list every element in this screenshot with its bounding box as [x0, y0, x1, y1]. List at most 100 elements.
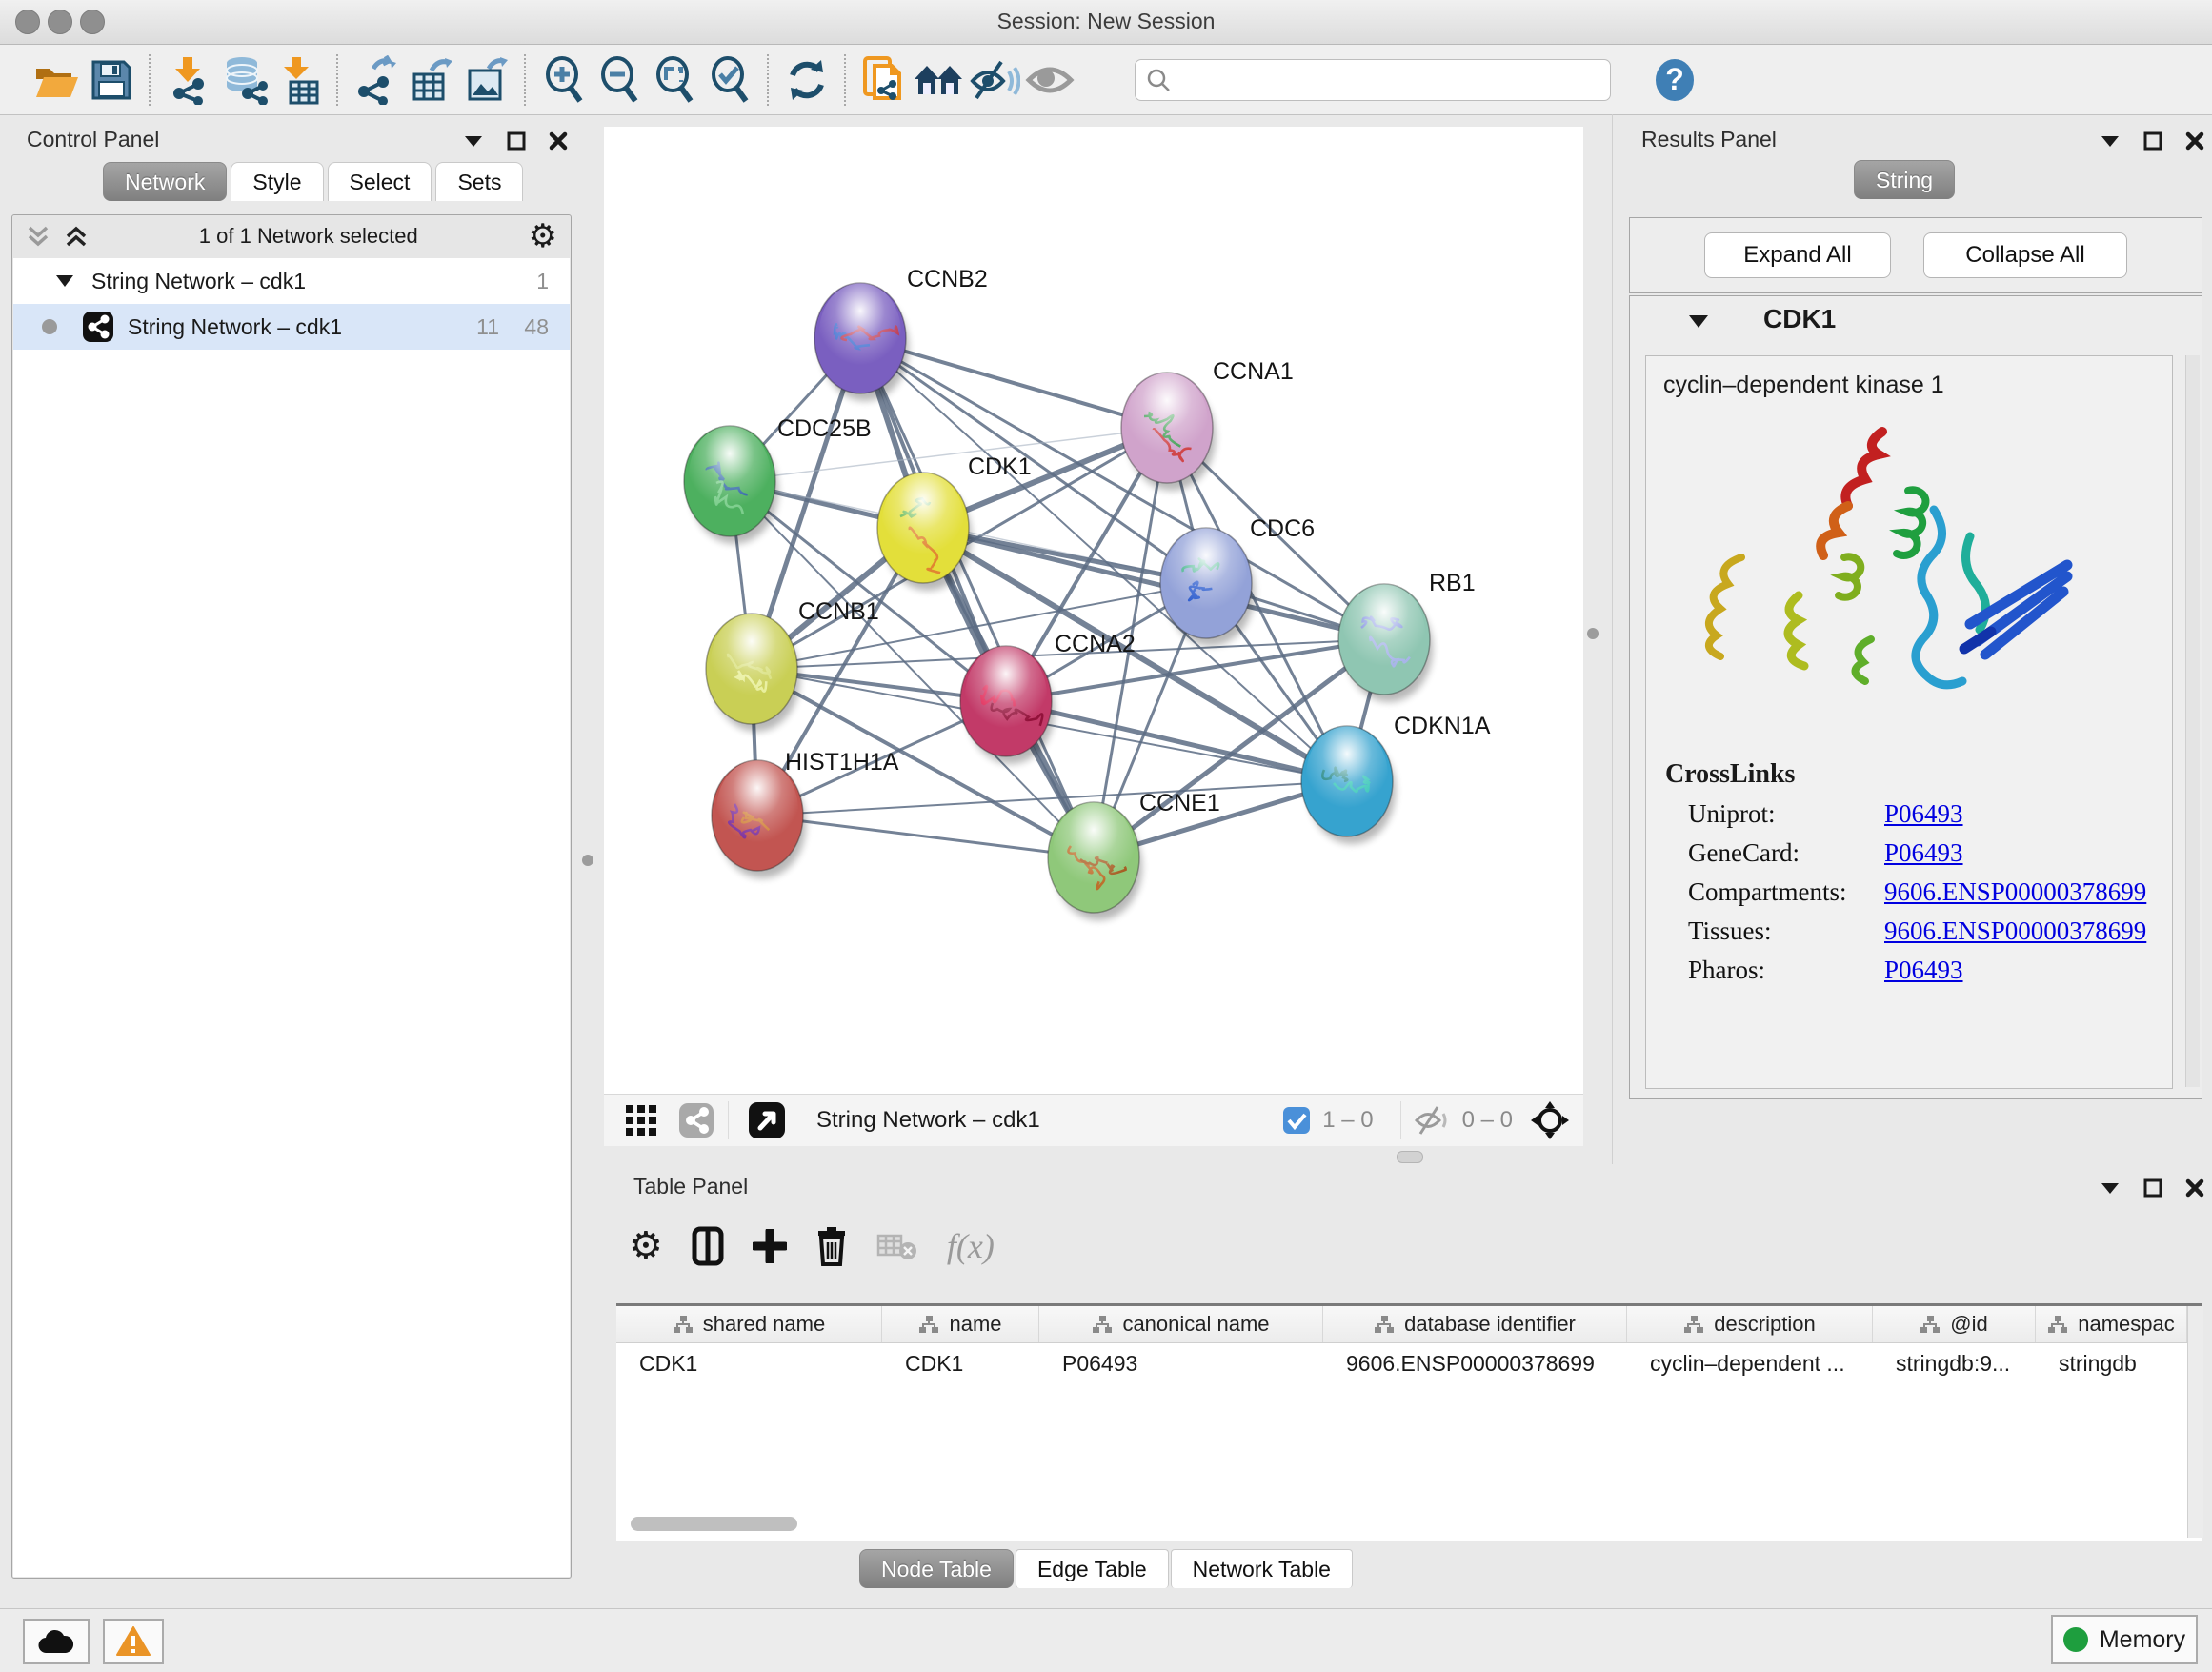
import-network-database-button[interactable] — [216, 52, 271, 108]
float-panel-icon[interactable] — [2143, 1178, 2162, 1198]
import-network-file-button[interactable] — [161, 52, 216, 108]
column-header-shared-name[interactable]: shared name — [616, 1306, 882, 1342]
search-input[interactable] — [1135, 59, 1611, 101]
column-header-description[interactable]: description — [1627, 1306, 1873, 1342]
right-splitter-handle[interactable] — [1587, 628, 1599, 639]
left-splitter-handle[interactable] — [582, 855, 593, 866]
first-neighbors-button[interactable] — [912, 52, 967, 108]
network-node-CDC6[interactable]: CDC6 — [1160, 515, 1315, 646]
table-horizontal-scrollbar[interactable] — [631, 1517, 797, 1531]
birdseye-view-icon[interactable] — [748, 1101, 786, 1139]
close-panel-icon[interactable] — [549, 131, 568, 151]
save-session-button[interactable] — [84, 52, 139, 108]
node-table[interactable]: shared namenamecanonical namedatabase id… — [616, 1303, 2202, 1541]
table-options-gear-icon[interactable]: ⚙ — [629, 1227, 663, 1265]
float-panel-icon[interactable] — [507, 131, 526, 151]
help-button[interactable]: ? — [1647, 52, 1702, 108]
table-row[interactable]: CDK1CDK1P064939606.ENSP00000378699cyclin… — [616, 1343, 2202, 1383]
table-cell[interactable]: cyclin–dependent ... — [1627, 1343, 1873, 1383]
delete-column-icon[interactable] — [815, 1226, 848, 1266]
collapse-all-networks-icon[interactable] — [26, 225, 50, 248]
close-panel-icon[interactable] — [2185, 131, 2204, 151]
network-node-CDC25B[interactable]: CDC25B — [684, 415, 872, 544]
table-vertical-scrollbar[interactable] — [2187, 1306, 2203, 1538]
float-panel-icon[interactable] — [2143, 131, 2162, 151]
close-panel-icon[interactable] — [2185, 1178, 2204, 1198]
hide-selected-button[interactable] — [967, 52, 1022, 108]
network-node-RB1[interactable]: RB1 — [1338, 570, 1476, 702]
table-cell[interactable]: P06493 — [1039, 1343, 1323, 1383]
selected-checkbox-icon[interactable] — [1282, 1106, 1311, 1135]
zoom-fit-button[interactable] — [647, 52, 702, 108]
expand-all-networks-icon[interactable] — [64, 225, 89, 248]
right-splitter[interactable] — [1612, 114, 1613, 1164]
column-header-canonical-name[interactable]: canonical name — [1039, 1306, 1323, 1342]
open-session-button[interactable] — [29, 52, 84, 108]
collapse-panel-icon[interactable] — [2100, 134, 2121, 148]
network-options-gear-icon[interactable]: ⚙ — [529, 220, 557, 252]
crosslink-link[interactable]: P06493 — [1884, 838, 1963, 868]
network-edge[interactable] — [860, 338, 1094, 857]
export-network-button[interactable] — [349, 52, 404, 108]
table-cell[interactable]: 9606.ENSP00000378699 — [1323, 1343, 1627, 1383]
database-network-icon — [219, 55, 269, 105]
tab-select[interactable]: Select — [328, 162, 432, 201]
refresh-view-button[interactable] — [779, 52, 835, 108]
tab-style[interactable]: Style — [231, 162, 323, 201]
collapse-panel-icon[interactable] — [2100, 1181, 2121, 1195]
clone-network-button[interactable] — [856, 52, 912, 108]
table-cell[interactable]: stringdb:9... — [1873, 1343, 2036, 1383]
column-header-namespac[interactable]: namespac — [2036, 1306, 2187, 1342]
show-columns-icon[interactable] — [692, 1226, 724, 1266]
column-header-database-identifier[interactable]: database identifier — [1323, 1306, 1627, 1342]
column-header-@id[interactable]: @id — [1873, 1306, 2036, 1342]
collapse-all-button[interactable]: Collapse All — [1923, 232, 2127, 278]
network-node-CCNA1[interactable]: CCNA1 — [1121, 358, 1294, 491]
collapse-panel-icon[interactable] — [463, 134, 484, 148]
table-cell[interactable]: CDK1 — [616, 1343, 882, 1383]
add-column-icon[interactable] — [753, 1229, 787, 1263]
import-table-file-button[interactable] — [271, 52, 327, 108]
tab-edge-table[interactable]: Edge Table — [1016, 1549, 1169, 1588]
memory-status-button[interactable]: Memory — [2051, 1615, 2198, 1664]
zoom-in-button[interactable] — [536, 52, 592, 108]
table-cell[interactable]: CDK1 — [882, 1343, 1039, 1383]
network-collection-row[interactable]: String Network – cdk1 1 — [13, 258, 570, 304]
network-edge[interactable] — [757, 816, 1094, 857]
network-node-CDK1[interactable]: CDK1 — [877, 453, 1032, 591]
network-canvas[interactable]: CCNB2CCNA1CDC25BCDK1CDC6RB1CCNB1CCNA2CDK… — [604, 127, 1583, 1094]
crosslink-link[interactable]: 9606.ENSP00000378699 — [1884, 917, 2146, 946]
crosslink-link[interactable]: P06493 — [1884, 799, 1963, 829]
network-row[interactable]: String Network – cdk1 11 48 — [13, 304, 570, 350]
tab-node-table[interactable]: Node Table — [859, 1549, 1014, 1588]
zoom-out-button[interactable] — [592, 52, 647, 108]
network-node-CCNB2[interactable]: CCNB2 — [814, 266, 988, 401]
results-scrollbar[interactable] — [2185, 355, 2200, 1087]
tab-sets[interactable]: Sets — [435, 162, 523, 201]
network-view-icon[interactable] — [678, 1102, 714, 1138]
tab-string-results[interactable]: String — [1854, 160, 1955, 199]
grid-view-icon[interactable] — [625, 1104, 657, 1137]
expand-all-button[interactable]: Expand All — [1704, 232, 1891, 278]
table-cell[interactable]: stringdb — [2036, 1343, 2187, 1383]
crosshair-icon[interactable] — [1530, 1100, 1570, 1140]
export-image-button[interactable] — [459, 52, 514, 108]
zoom-selected-button[interactable] — [702, 52, 757, 108]
network-node-CDKN1A[interactable]: CDKN1A — [1301, 713, 1491, 844]
horizontal-splitter-handle[interactable] — [1397, 1151, 1423, 1163]
tree-expander-icon[interactable] — [55, 274, 74, 288]
gene-section-expander-icon[interactable] — [1687, 313, 1710, 329]
tab-network[interactable]: Network — [103, 162, 227, 201]
cloud-status-button[interactable] — [23, 1619, 90, 1664]
export-table-button[interactable] — [404, 52, 459, 108]
column-header-name[interactable]: name — [882, 1306, 1039, 1342]
crosslink-link[interactable]: 9606.ENSP00000378699 — [1884, 877, 2146, 907]
tab-network-table[interactable]: Network Table — [1171, 1549, 1353, 1588]
network-edge[interactable] — [1006, 701, 1347, 781]
network-node-CCNE1[interactable]: CCNE1 — [1048, 790, 1220, 920]
save-floppy-icon — [90, 58, 133, 102]
warnings-button[interactable] — [103, 1619, 164, 1664]
network-node-CCNA2[interactable]: CCNA2 — [960, 631, 1136, 764]
crosslink-link[interactable]: P06493 — [1884, 956, 1963, 985]
show-all-button[interactable] — [1022, 52, 1077, 108]
